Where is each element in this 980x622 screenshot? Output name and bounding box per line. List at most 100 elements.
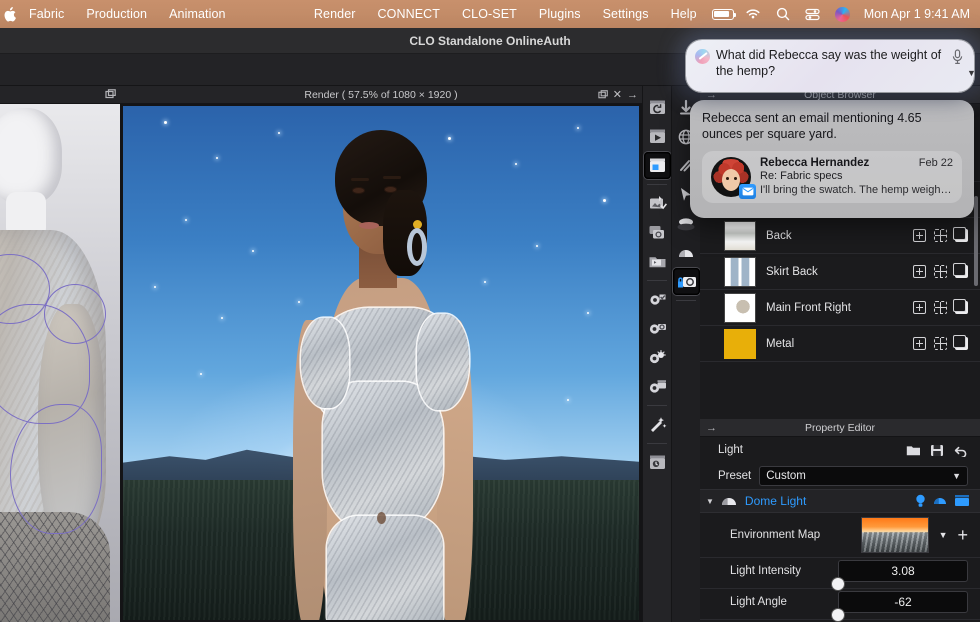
siri-icon[interactable] [828, 7, 858, 22]
battery-icon[interactable] [708, 9, 738, 20]
collapse-arrow-icon[interactable]: → [706, 419, 717, 437]
duplicate-icon[interactable] [955, 301, 968, 314]
duplicate-icon[interactable] [955, 337, 968, 350]
add-icon[interactable] [913, 337, 926, 350]
menu-clo-set[interactable]: CLO-SET [451, 7, 528, 21]
dome-light-actions [915, 494, 980, 508]
light-intensity-row[interactable]: Light Intensity 3.08 [700, 558, 980, 589]
pattern-icon[interactable] [934, 265, 947, 278]
render-tools-column[interactable] [642, 86, 671, 622]
table-row[interactable]: Main Front Right [700, 290, 980, 326]
gear-film-icon[interactable] [644, 373, 671, 400]
add-icon[interactable] [913, 301, 926, 314]
folder-open-icon[interactable] [906, 444, 921, 457]
light-angle-value[interactable]: -62 [838, 591, 968, 613]
pattern-thumbnail [724, 257, 756, 287]
triangle-down-icon[interactable]: ▼ [939, 530, 948, 540]
table-row[interactable]: Skirt Back [700, 254, 980, 290]
slider-knob[interactable] [832, 609, 844, 621]
film-icon[interactable] [954, 494, 970, 508]
plus-icon[interactable]: + [957, 528, 968, 542]
light-angle-control[interactable]: -62 [838, 591, 968, 613]
dome-icon[interactable] [673, 239, 700, 266]
video-folder-icon[interactable] [644, 248, 671, 275]
menu-fabric[interactable]: Fabric [18, 7, 75, 21]
table-row[interactable]: Metal [700, 326, 980, 362]
slider-knob[interactable] [832, 578, 844, 590]
environment-map-thumbnail[interactable] [861, 517, 929, 553]
menu-production[interactable]: Production [75, 7, 158, 21]
dome-light-row[interactable]: ▼ Dome Light [700, 489, 980, 513]
render-play-icon[interactable] [644, 123, 671, 150]
siri-query-bubble[interactable]: What did Rebecca say was the weight of t… [686, 40, 974, 92]
search-icon[interactable] [768, 7, 798, 21]
object-name: Skirt Back [756, 266, 913, 278]
menu-animation[interactable]: Animation [158, 7, 237, 21]
object-name: Metal [756, 338, 913, 350]
preset-row: Preset Custom ▼ [700, 463, 980, 489]
light-intensity-value[interactable]: 3.08 [838, 560, 968, 582]
snapshot-settings-icon[interactable] [644, 219, 671, 246]
dome-light-name: Dome Light [745, 494, 806, 508]
mail-meta: Rebecca Hernandez Feb 22 Re: Fabric spec… [751, 157, 953, 197]
render-canvas[interactable] [123, 106, 639, 620]
property-editor-panel[interactable]: → Property Editor Light Preset Custom [700, 419, 980, 622]
render-panel-header: Render ( 57.5% of 1080 × 1920 ) ✕ → [120, 86, 642, 104]
environment-map-row[interactable]: Environment Map ▼ + [700, 513, 980, 558]
add-icon[interactable] [913, 265, 926, 278]
gear-light-icon[interactable] [644, 344, 671, 371]
triangle-down-icon[interactable]: ▼ [706, 497, 714, 506]
save-icon[interactable] [930, 444, 944, 457]
image-settings-icon[interactable] [644, 190, 671, 217]
toolbar-separator [676, 300, 696, 301]
garment-3d-panel[interactable] [0, 86, 120, 622]
undo-icon[interactable] [953, 444, 968, 457]
collapse-arrow-icon[interactable]: → [627, 90, 638, 101]
pattern-icon[interactable] [934, 337, 947, 350]
render-active-icon[interactable] [644, 152, 671, 179]
scrollbar-thumb[interactable] [974, 196, 978, 286]
row-actions [913, 337, 980, 350]
preset-label: Preset [718, 470, 751, 482]
expand-panel-icon[interactable] [105, 89, 116, 100]
dome-blue-icon[interactable] [933, 494, 947, 508]
preset-select[interactable]: Custom ▼ [759, 466, 968, 486]
microphone-icon[interactable] [951, 49, 965, 65]
control-center-icon[interactable] [798, 8, 828, 21]
wifi-icon[interactable] [738, 8, 768, 20]
close-icon[interactable]: ✕ [613, 90, 622, 101]
gear-camera-icon[interactable] [644, 315, 671, 342]
menu-help[interactable]: Help [660, 7, 708, 21]
light-intensity-control[interactable]: 3.08 [838, 560, 968, 582]
siri-answer-notification[interactable]: Rebecca sent an email mentioning 4.65 ou… [690, 100, 974, 218]
mail-preview-card[interactable]: Rebecca Hernandez Feb 22 Re: Fabric spec… [702, 151, 962, 203]
light-angle-row[interactable]: Light Angle -62 [700, 589, 980, 620]
lock-camera-icon[interactable] [673, 268, 700, 295]
apple-logo-icon[interactable] [0, 7, 18, 22]
menu-plugins[interactable]: Plugins [528, 7, 592, 21]
bulb-icon[interactable] [915, 494, 926, 508]
pattern-icon[interactable] [934, 301, 947, 314]
render-history-icon[interactable] [644, 449, 671, 476]
menu-render[interactable]: Render [303, 7, 367, 21]
chevron-down-icon[interactable]: ▼ [967, 68, 976, 78]
pattern-icon[interactable] [934, 229, 947, 242]
render-panel[interactable]: Render ( 57.5% of 1080 × 1920 ) ✕ → [120, 86, 642, 622]
expand-panel-icon[interactable] [598, 90, 608, 100]
light-section-row: Light [700, 437, 980, 463]
gear-check-icon[interactable] [644, 286, 671, 313]
mail-top-line: Rebecca Hernandez Feb 22 [760, 157, 953, 169]
garment-3d-viewport[interactable] [0, 104, 120, 622]
duplicate-icon[interactable] [955, 229, 968, 242]
menu-connect[interactable]: CONNECT [367, 7, 452, 21]
object-name: Back [756, 230, 913, 242]
menubar-status-area: Mon Apr 1 9:41 AM [708, 7, 980, 22]
chevron-down-icon[interactable]: ▼ [952, 471, 961, 481]
menu-settings[interactable]: Settings [592, 7, 660, 21]
duplicate-icon[interactable] [955, 265, 968, 278]
table-row[interactable]: Back [700, 218, 980, 254]
add-icon[interactable] [913, 229, 926, 242]
menubar-clock[interactable]: Mon Apr 1 9:41 AM [858, 7, 970, 21]
magic-wand-icon[interactable] [644, 411, 671, 438]
render-refresh-icon[interactable] [644, 94, 671, 121]
